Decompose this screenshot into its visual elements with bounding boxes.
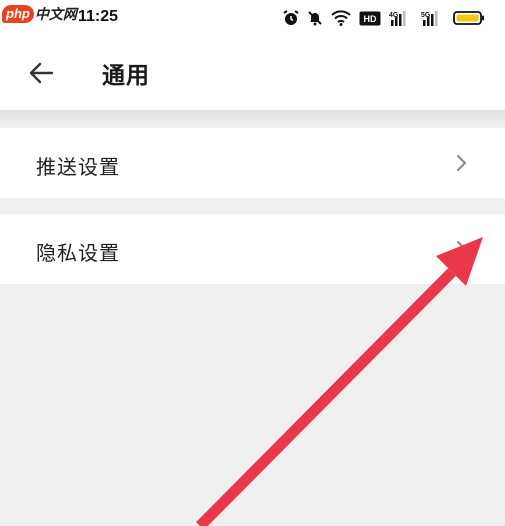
battery-icon bbox=[453, 10, 485, 26]
push-settings-label: 推送设置 bbox=[36, 155, 120, 179]
status-time: 11:25 bbox=[78, 8, 119, 25]
privacy-settings-label: 隐私设置 bbox=[36, 241, 120, 265]
signal-4g-icon: 4G bbox=[389, 10, 413, 27]
wifi-icon bbox=[331, 10, 351, 26]
chevron-right-icon bbox=[457, 241, 466, 257]
back-arrow-icon[interactable] bbox=[28, 62, 54, 84]
status-icons: HD 4G 5G bbox=[283, 9, 493, 27]
push-settings-item[interactable]: 推送设置 bbox=[0, 128, 505, 198]
hd-label: HD bbox=[364, 14, 377, 24]
section-divider bbox=[0, 198, 505, 214]
alarm-icon bbox=[283, 10, 299, 26]
section-divider bbox=[0, 110, 505, 128]
logo-text: 中文网 bbox=[34, 7, 77, 23]
status-bar: php 中文网 11:25 HD 4G 5G bbox=[0, 0, 505, 36]
site-logo: php 中文网 bbox=[2, 2, 77, 26]
page-title: 通用 bbox=[102, 63, 150, 89]
signal-5g-icon: 5G bbox=[421, 10, 445, 27]
mute-icon bbox=[307, 10, 323, 26]
privacy-settings-item[interactable]: 隐私设置 bbox=[0, 214, 505, 284]
chevron-right-icon bbox=[457, 155, 466, 171]
app-bar: 通用 bbox=[0, 36, 505, 110]
hd-icon: HD bbox=[359, 11, 381, 26]
logo-mark: php bbox=[2, 5, 34, 23]
